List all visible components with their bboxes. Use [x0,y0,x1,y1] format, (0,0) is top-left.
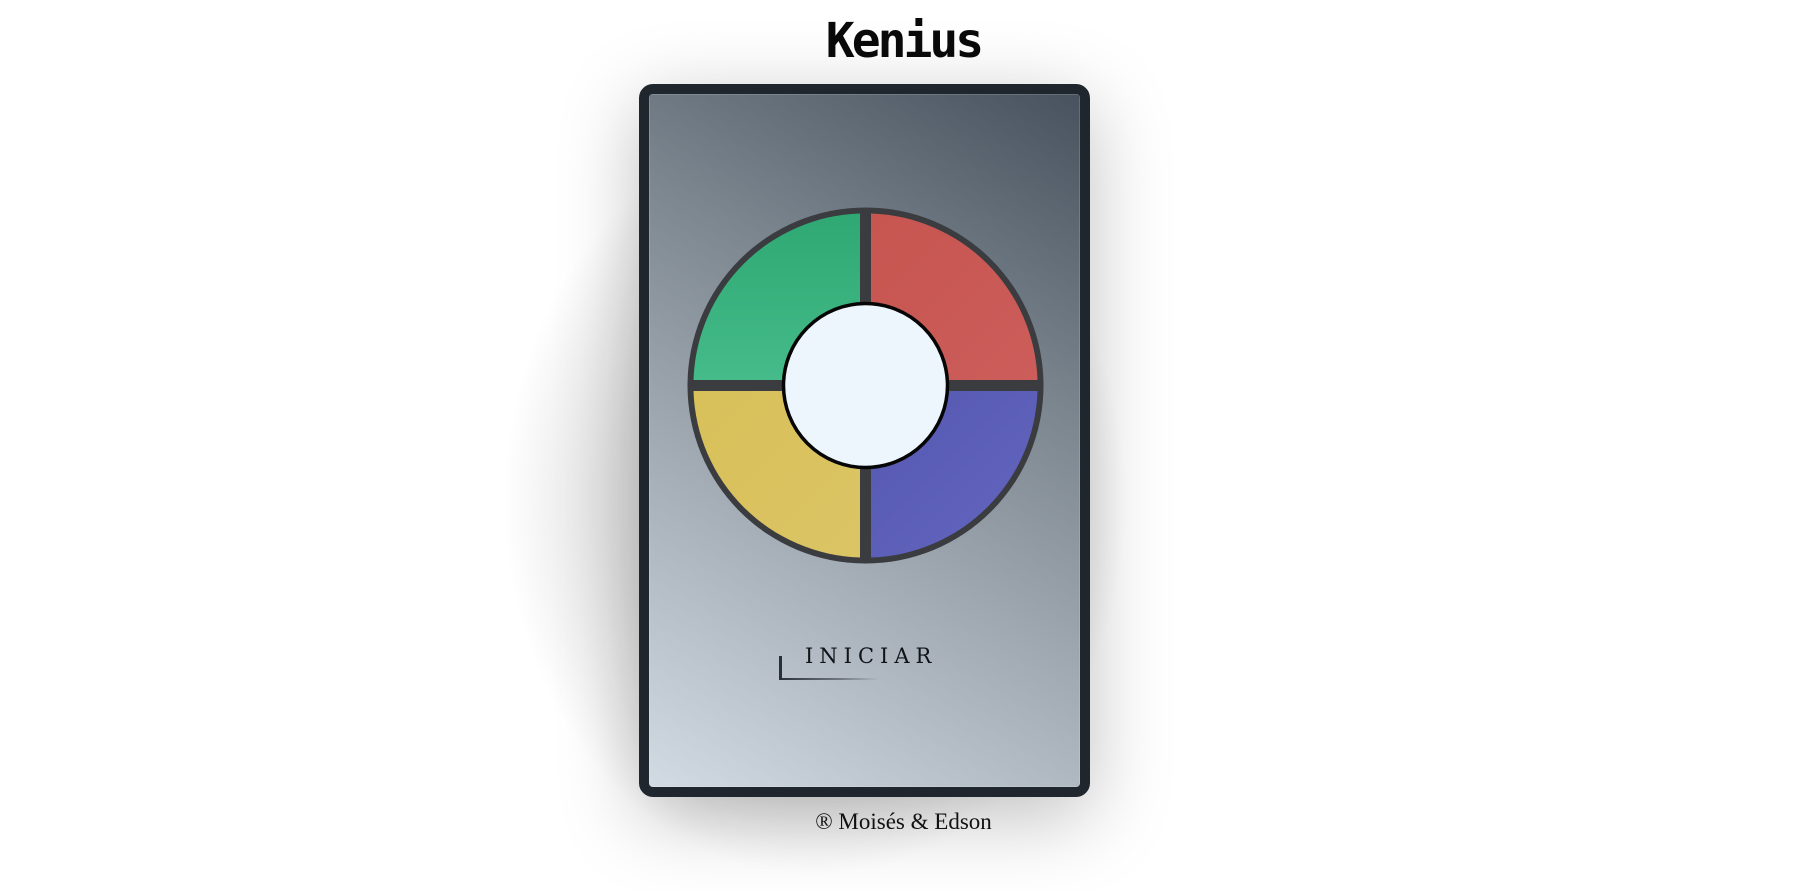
game-device: INICIAR [639,84,1090,797]
start-underline-horizontal [779,678,879,680]
game-board-svg [687,207,1044,564]
start-button[interactable]: INICIAR [805,642,937,670]
start-area: INICIAR [779,636,979,686]
footer-credit: ® Moisés & Edson [815,809,992,834]
start-underline-vertical [779,656,782,680]
game-title: Kenius [825,13,984,69]
center-button[interactable] [781,301,950,470]
game-board [687,207,1044,564]
